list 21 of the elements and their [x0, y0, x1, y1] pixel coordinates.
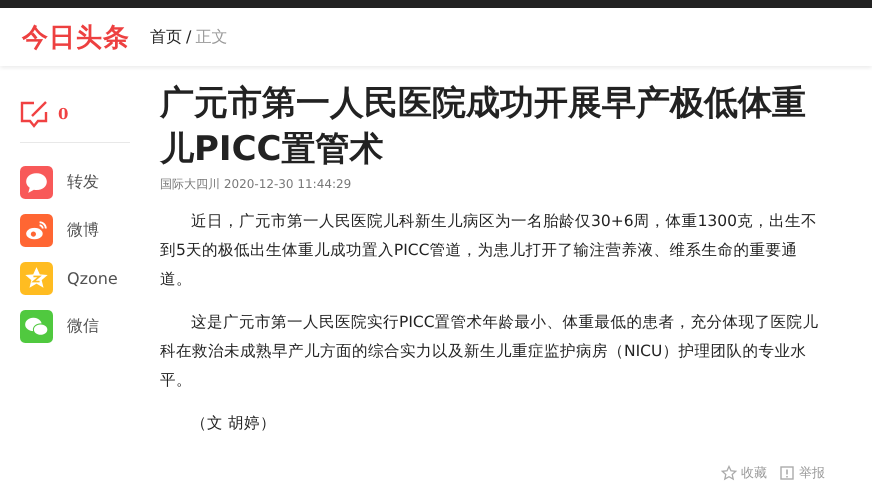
breadcrumb-item: 正文: [195, 26, 228, 48]
share-label[interactable]: 转发: [67, 172, 99, 192]
logo[interactable]: 今日头条: [22, 20, 130, 54]
comment-icon[interactable]: [20, 99, 50, 129]
report-icon[interactable]: [779, 465, 795, 481]
chat-bubbles-icon[interactable]: [20, 310, 53, 342]
speech-bubble-icon[interactable]: [20, 166, 53, 198]
comment-count: 0: [58, 105, 68, 123]
paragraph: 近日，广元市第一人民医院儿科新生儿病区为一名胎龄仅30+6周，体重1300克，出生不到5天的极低出生体重儿成功置入PICC管道，为患儿打开了输注营养液、维系生命的重要通道。: [160, 211, 818, 290]
article-source[interactable]: 国际大四川: [160, 177, 220, 191]
share-label[interactable]: Qzone: [67, 268, 118, 288]
paragraph: （文 胡婷）: [190, 413, 277, 434]
share-label[interactable]: 微信: [67, 316, 99, 336]
publish-time: 2020-12-30 11:44:29: [224, 177, 352, 191]
share-label[interactable]: 微博: [67, 220, 99, 240]
weibo-icon[interactable]: [20, 214, 53, 246]
breadcrumb-item[interactable]: 首页: [150, 26, 182, 48]
article-title: 广元市第一人民医院成功开展早产极低体重儿PICC置管术: [160, 82, 807, 171]
paragraph: 这是广元市第一人民医院实行PICC置管术年龄最小、体重最低的患者，充分体现了医院儿科在救治未成熟早产儿方面的综合实力以及新生儿重症监护病房（NICU）护理团队的专业水平。: [160, 312, 820, 391]
star-icon[interactable]: [721, 465, 737, 481]
breadcrumb-separator: /: [186, 26, 192, 48]
